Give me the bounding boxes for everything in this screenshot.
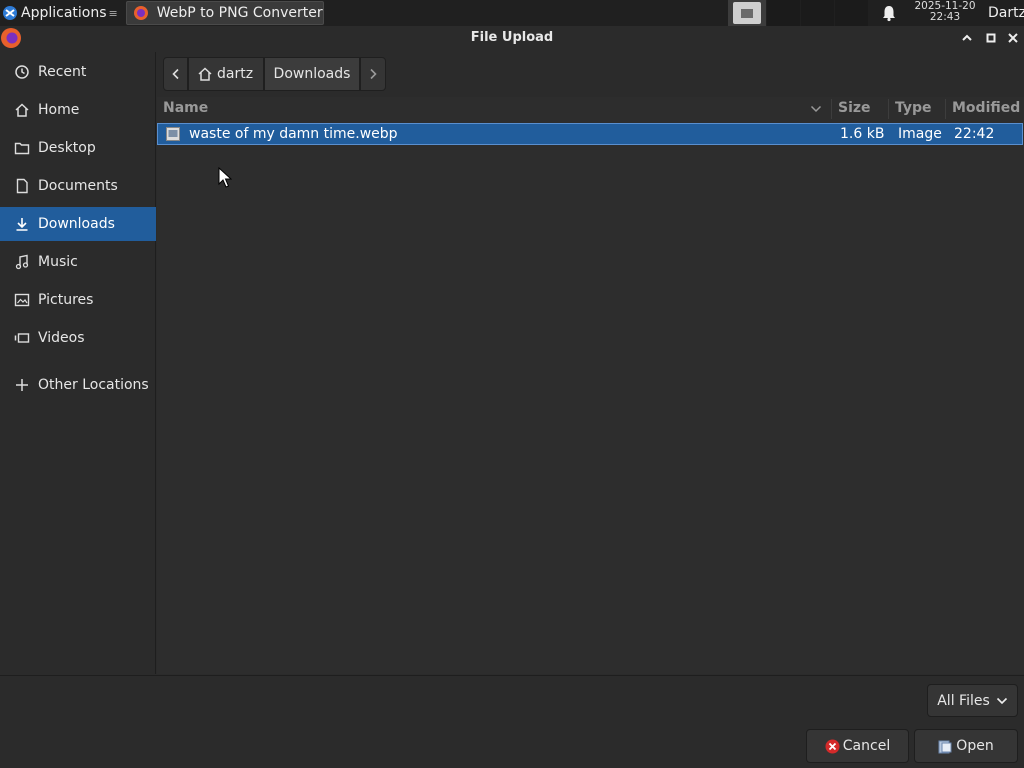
- cancel-icon: [825, 739, 840, 753]
- sidebar-item-documents[interactable]: Documents: [0, 169, 156, 203]
- open-button[interactable]: Open: [914, 729, 1018, 763]
- cancel-label: Cancel: [842, 738, 891, 754]
- column-divider: [888, 99, 889, 119]
- user-menu[interactable]: Dartz: [988, 0, 1024, 26]
- document-icon: [16, 178, 28, 194]
- taskbar: Applications ≡ WebP to PNG Converter ...…: [0, 0, 1024, 26]
- sort-chevron-down-icon[interactable]: [810, 105, 822, 113]
- applications-menu-button[interactable]: Applications ≡: [0, 0, 122, 26]
- column-divider: [945, 99, 946, 119]
- places-sidebar: Recent Home Desktop Documents Downloads …: [0, 52, 156, 674]
- workspace-1[interactable]: [728, 0, 766, 26]
- taskbar-window-title: WebP to PNG Converter ...: [156, 5, 324, 21]
- folder-icon: [14, 142, 30, 155]
- dialog-footer: All Files Cancel Open: [0, 675, 1024, 768]
- download-icon: [16, 218, 28, 231]
- image-file-icon: [166, 127, 180, 141]
- sidebar-item-recent[interactable]: Recent: [0, 55, 156, 89]
- sidebar-item-label: Downloads: [38, 216, 115, 232]
- column-divider: [831, 99, 832, 119]
- workspace-4[interactable]: [835, 0, 868, 26]
- file-list[interactable]: Name Size Type Modified waste of my damn…: [157, 97, 1024, 674]
- sidebar-item-label: Recent: [38, 64, 87, 80]
- cancel-button[interactable]: Cancel: [806, 729, 909, 763]
- file-filter-label: All Files: [937, 692, 990, 709]
- column-header-type[interactable]: Type: [895, 100, 932, 116]
- chevron-down-icon: [996, 697, 1007, 704]
- column-header-modified[interactable]: Modified: [952, 100, 1020, 116]
- file-modified: 22:42: [954, 126, 995, 142]
- home-icon: [198, 67, 212, 81]
- chevron-left-icon: [171, 68, 179, 80]
- sidebar-item-label: Home: [38, 102, 80, 118]
- sidebar-item-other-locations[interactable]: Other Locations: [0, 368, 156, 402]
- sidebar-item-downloads[interactable]: Downloads: [0, 207, 156, 241]
- path-home-label: dartz: [217, 66, 254, 82]
- sidebar-item-desktop[interactable]: Desktop: [0, 131, 156, 165]
- applications-label: Applications: [21, 5, 107, 21]
- path-bar: dartz Downloads: [163, 57, 386, 91]
- sidebar-item-label: Music: [38, 254, 78, 270]
- xfce-logo-icon: [3, 6, 17, 20]
- dialog-title: File Upload: [470, 30, 554, 45]
- sidebar-item-label: Other Locations: [38, 377, 149, 393]
- taskbar-window-button[interactable]: WebP to PNG Converter ...: [125, 1, 324, 25]
- video-icon: [14, 333, 30, 343]
- sidebar-item-label: Documents: [38, 178, 118, 194]
- firefox-icon: [133, 6, 148, 20]
- workspace-3[interactable]: [801, 0, 834, 26]
- clock[interactable]: 2025-11-20 22:43: [906, 1, 984, 23]
- mouse-cursor-icon: [218, 167, 232, 188]
- path-back-button[interactable]: [163, 57, 188, 91]
- column-header-size[interactable]: Size: [838, 100, 871, 116]
- plus-icon: [16, 379, 28, 391]
- maximize-icon[interactable]: [984, 31, 998, 45]
- file-type: Image: [898, 126, 942, 142]
- music-icon: [15, 254, 29, 270]
- clock-time: 22:43: [929, 11, 961, 23]
- path-home-button[interactable]: dartz: [188, 57, 264, 91]
- sidebar-item-home[interactable]: Home: [0, 93, 156, 127]
- notification-bell-icon[interactable]: [880, 4, 898, 22]
- sidebar-item-pictures[interactable]: Pictures: [0, 283, 156, 317]
- file-row[interactable]: waste of my damn time.webp 1.6 kB Image …: [157, 123, 1023, 145]
- path-downloads-button[interactable]: Downloads: [264, 57, 360, 91]
- pictures-icon: [14, 293, 30, 307]
- open-label: Open: [956, 738, 994, 754]
- sidebar-item-label: Pictures: [38, 292, 94, 308]
- home-icon: [15, 103, 29, 117]
- chevron-right-icon: [370, 68, 377, 80]
- sidebar-item-videos[interactable]: Videos: [0, 321, 156, 355]
- sidebar-item-label: Desktop: [38, 140, 96, 156]
- column-header-name[interactable]: Name: [163, 100, 208, 116]
- open-file-icon: [938, 740, 952, 753]
- sidebar-item-label: Videos: [38, 330, 85, 346]
- applications-separator: ≡: [108, 6, 118, 20]
- path-current-label: Downloads: [273, 66, 351, 82]
- file-list-header: Name Size Type Modified: [157, 97, 1024, 121]
- file-filter-dropdown[interactable]: All Files: [927, 684, 1018, 717]
- close-icon[interactable]: [1006, 31, 1020, 45]
- sidebar-item-music[interactable]: Music: [0, 245, 156, 279]
- dialog-titlebar: File Upload: [0, 26, 1024, 50]
- file-size: 1.6 kB: [840, 126, 885, 142]
- clock-icon: [15, 65, 29, 79]
- path-forward-button[interactable]: [360, 57, 386, 91]
- file-name: waste of my damn time.webp: [189, 126, 398, 142]
- workspace-2[interactable]: [767, 0, 800, 26]
- minimize-icon[interactable]: [960, 31, 974, 45]
